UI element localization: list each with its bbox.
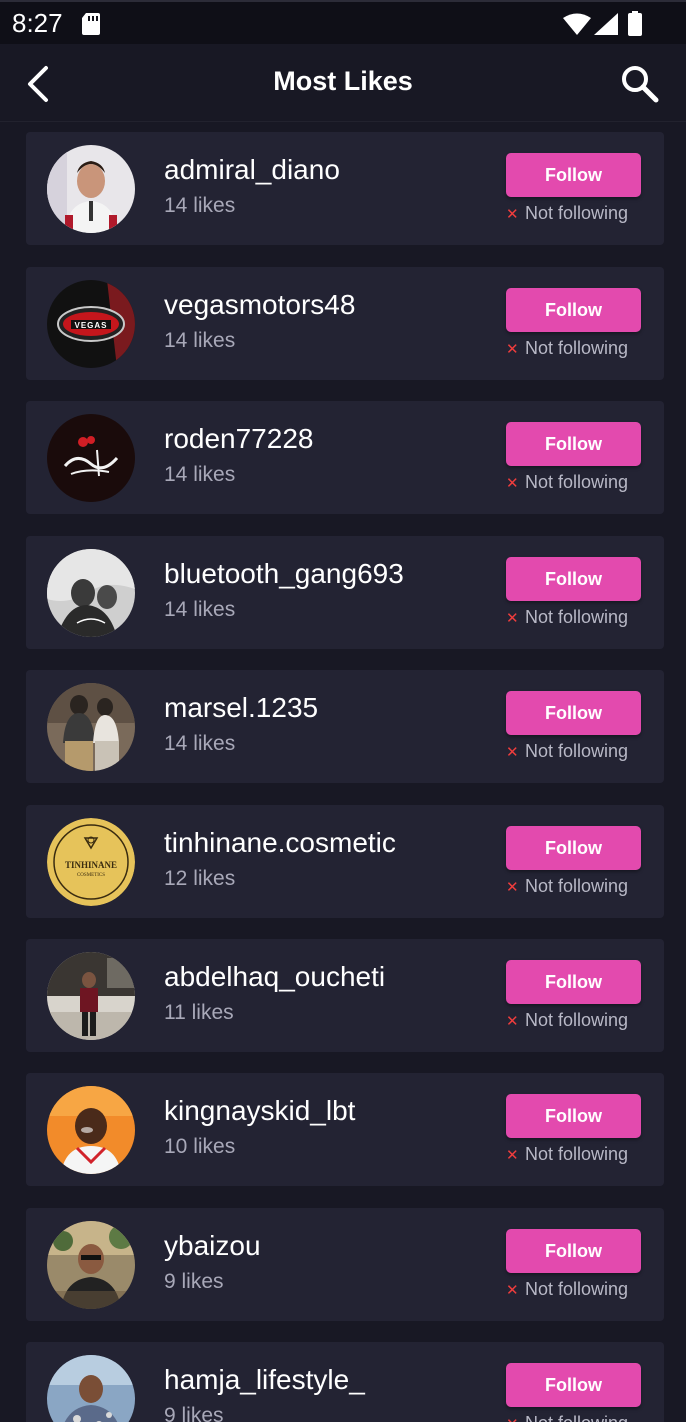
username[interactable]: hamja_lifestyle_ <box>164 1364 365 1396</box>
username[interactable]: ybaizou <box>164 1230 261 1262</box>
like-count: 11 likes <box>164 1001 234 1024</box>
follow-status: ✕ Not following <box>506 203 628 224</box>
follow-status: ✕ Not following <box>506 1010 628 1031</box>
follow-status-text: Not following <box>525 338 629 358</box>
follow-button[interactable]: Follow <box>506 288 641 332</box>
list-item[interactable]: abdelhaq_oucheti 11 likes Follow ✕ Not fo… <box>26 939 664 1052</box>
status-bar: 8:27 <box>0 0 686 44</box>
x-icon: ✕ <box>506 744 519 761</box>
follow-button[interactable]: Follow <box>506 153 641 197</box>
list-item[interactable]: hamja_lifestyle_ 9 likes Follow ✕ Not fol… <box>26 1342 664 1422</box>
avatar[interactable] <box>47 549 135 637</box>
like-count: 9 likes <box>164 1404 224 1422</box>
follow-button[interactable]: Follow <box>506 1229 641 1273</box>
like-count: 14 likes <box>164 732 236 755</box>
wifi-icon <box>563 13 591 35</box>
x-icon: ✕ <box>506 1415 520 1422</box>
avatar[interactable] <box>47 1355 135 1422</box>
avatar[interactable] <box>47 145 135 233</box>
follow-button[interactable]: Follow <box>506 1363 641 1407</box>
svg-text:VEGAS: VEGAS <box>74 321 107 330</box>
follow-button[interactable]: Follow <box>506 691 641 735</box>
list-item[interactable]: roden77228 14 likes Follow ✕ Not followin… <box>26 401 664 514</box>
x-icon: ✕ <box>506 610 519 627</box>
username[interactable]: bluetooth_gang693 <box>164 558 404 590</box>
like-count: 14 likes <box>164 194 236 217</box>
follow-button[interactable]: Follow <box>506 960 641 1004</box>
search-icon <box>622 66 659 103</box>
x-icon: ✕ <box>506 475 519 492</box>
list-item[interactable]: kingnayskid_lbt 10 likes Follow ✕ Not fol… <box>26 1073 664 1186</box>
follow-status-text: Not following <box>525 1144 629 1164</box>
like-count: 9 likes <box>164 1270 224 1293</box>
avatar[interactable] <box>47 1221 135 1309</box>
x-icon: ✕ <box>506 879 519 896</box>
x-icon: ✕ <box>506 1282 519 1299</box>
list-item[interactable]: admiral_diano 14 likes Follow ✕ Not follo… <box>26 132 664 245</box>
x-icon: ✕ <box>506 1147 519 1164</box>
follow-status-text: Not following <box>525 1010 629 1030</box>
sd-card-icon <box>82 13 100 35</box>
like-count: 10 likes <box>164 1135 236 1158</box>
avatar[interactable] <box>47 952 135 1040</box>
like-count: 14 likes <box>164 463 236 486</box>
username[interactable]: roden77228 <box>164 423 313 455</box>
like-count: 14 likes <box>164 598 236 621</box>
svg-text:TINHINANE: TINHINANE <box>65 860 117 870</box>
follow-status: ✕ Not following <box>506 338 628 359</box>
username[interactable]: abdelhaq_oucheti <box>164 961 385 993</box>
follow-status: ✕ Not following <box>506 472 628 493</box>
username[interactable]: tinhinane.cosmetic <box>164 827 396 859</box>
list-item[interactable]: marsel.1235 14 likes Follow ✕ Not followi… <box>26 670 664 783</box>
username[interactable]: admiral_diano <box>164 154 340 186</box>
x-icon: ✕ <box>506 1013 519 1030</box>
search-button[interactable] <box>620 64 660 104</box>
follow-status: ✕ Not following <box>506 1413 628 1422</box>
like-count: 14 likes <box>164 329 236 352</box>
avatar[interactable] <box>47 683 135 771</box>
follow-button[interactable]: Follow <box>506 826 641 870</box>
app-bar: Most Likes <box>0 44 686 122</box>
follow-status: ✕ Not following <box>506 876 628 897</box>
follow-status-text: Not following <box>525 203 629 223</box>
list-item[interactable]: TINHINANE COSMETICS tinhinane.cosmetic 1… <box>26 805 664 918</box>
list-item[interactable]: VEGAS vegasmotors48 14 likes Follow ✕ Not… <box>26 267 664 380</box>
follow-status-text: Not following <box>525 607 629 627</box>
follow-status-text: Not following <box>525 472 629 492</box>
follow-status: ✕ Not following <box>506 741 628 762</box>
follow-status: ✕ Not following <box>506 1279 628 1300</box>
follow-status: ✕ Not following <box>506 607 628 628</box>
like-count: 12 likes <box>164 867 236 890</box>
cell-signal-icon <box>594 13 618 35</box>
avatar[interactable]: VEGAS <box>47 280 135 368</box>
page-title: Most Likes <box>273 66 413 96</box>
status-time: 8:27 <box>12 8 63 38</box>
svg-text:COSMETICS: COSMETICS <box>77 873 105 878</box>
follow-status-text: Not following <box>525 1413 628 1422</box>
list-item[interactable]: ybaizou 9 likes Follow ✕ Not following <box>26 1208 664 1321</box>
x-icon: ✕ <box>506 206 519 223</box>
follow-button[interactable]: Follow <box>506 557 641 601</box>
user-list[interactable]: admiral_diano 14 likes Follow ✕ Not follo… <box>0 122 686 1422</box>
username[interactable]: kingnayskid_lbt <box>164 1095 355 1127</box>
follow-status-text: Not following <box>525 876 629 896</box>
list-item[interactable]: bluetooth_gang693 14 likes Follow ✕ Not f… <box>26 536 664 649</box>
battery-icon <box>628 11 642 36</box>
follow-button[interactable]: Follow <box>506 422 641 466</box>
avatar[interactable] <box>47 414 135 502</box>
username[interactable]: vegasmotors48 <box>164 289 355 321</box>
username[interactable]: marsel.1235 <box>164 692 318 724</box>
follow-button[interactable]: Follow <box>506 1094 641 1138</box>
follow-status-text: Not following <box>525 741 629 761</box>
follow-status-text: Not following <box>525 1279 629 1299</box>
avatar[interactable]: TINHINANE COSMETICS <box>47 818 135 906</box>
avatar[interactable] <box>47 1086 135 1174</box>
x-icon: ✕ <box>506 341 519 358</box>
follow-status: ✕ Not following <box>506 1144 628 1165</box>
